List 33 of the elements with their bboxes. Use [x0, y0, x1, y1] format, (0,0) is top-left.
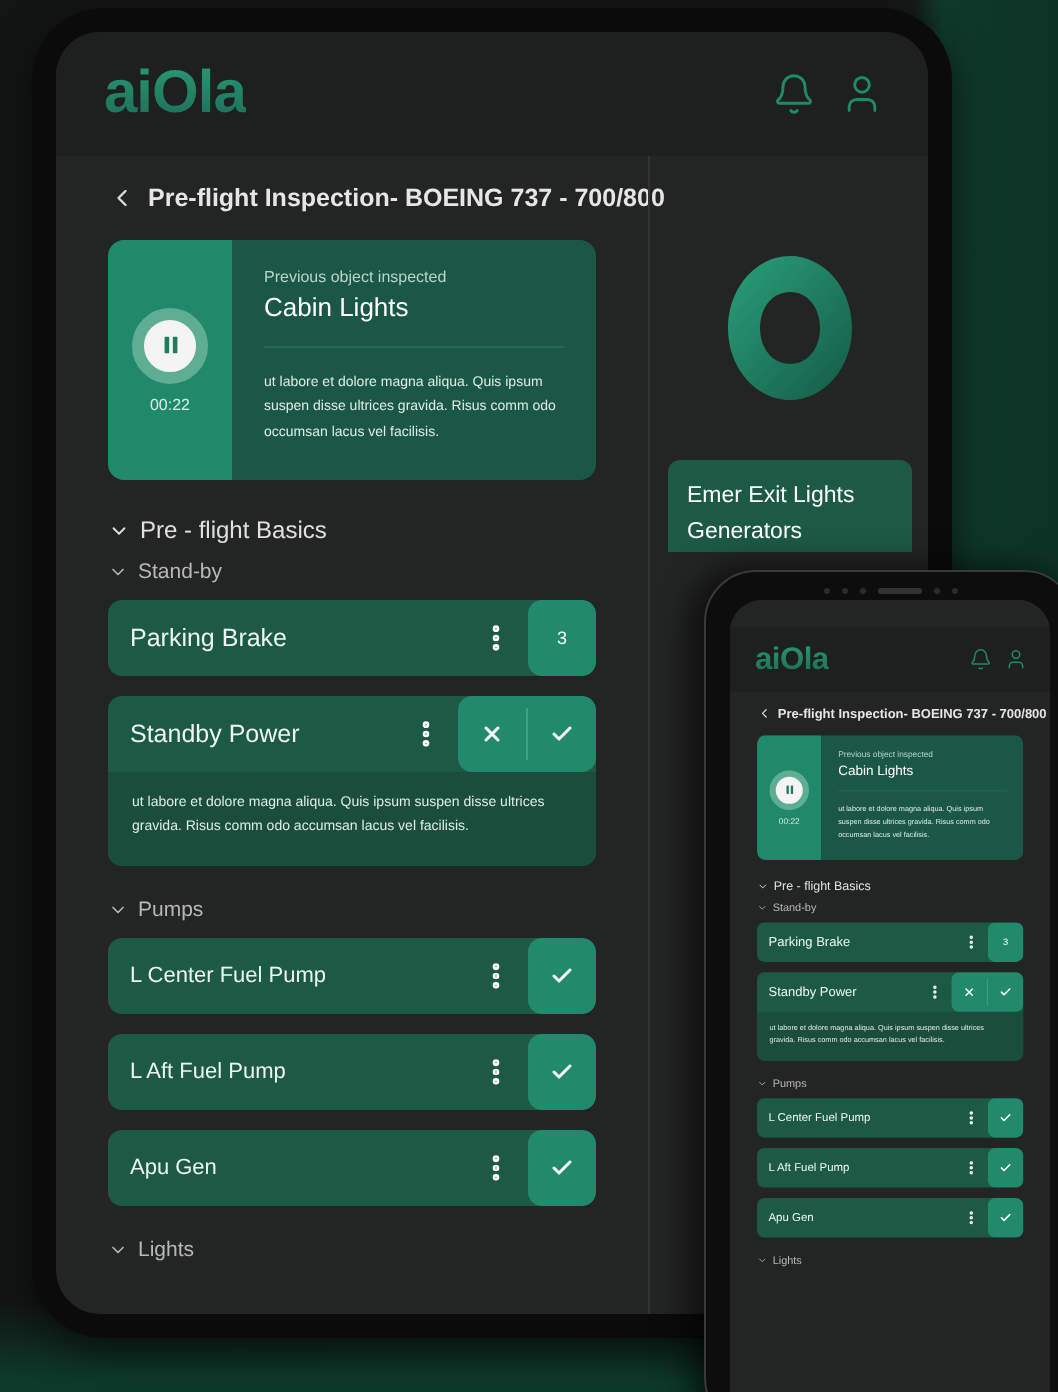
bell-icon[interactable] — [969, 647, 993, 671]
user-icon[interactable] — [1004, 647, 1028, 671]
item-label: L Center Fuel Pump — [130, 963, 329, 987]
group-title: Stand-by — [138, 560, 223, 584]
bell-icon[interactable] — [772, 72, 816, 116]
count-button[interactable]: 3 — [528, 600, 596, 676]
check-icon — [999, 1161, 1012, 1174]
check-icon — [999, 1111, 1012, 1124]
item-label: L Aft Fuel Pump — [130, 1059, 288, 1083]
check-icon — [550, 963, 574, 987]
check-icon — [550, 722, 574, 746]
elapsed-time: 00:22 — [149, 395, 191, 413]
item-label: Apu Gen — [130, 1155, 219, 1179]
close-icon — [480, 722, 504, 746]
check-icon — [999, 985, 1012, 999]
pause-button[interactable] — [769, 770, 810, 810]
check-icon — [550, 1059, 574, 1083]
item-label: Standby Power — [130, 720, 302, 748]
next-object-card[interactable]: Emer Exit Lights Generators — [667, 460, 911, 552]
group-title: Pumps — [138, 897, 204, 921]
pause-icon — [783, 784, 795, 796]
check-icon — [999, 1211, 1012, 1224]
previous-object-name: Cabin Lights — [264, 292, 564, 348]
item-label: Parking Brake — [130, 624, 290, 652]
pause-icon — [159, 334, 181, 356]
close-icon — [962, 985, 976, 999]
pause-button[interactable] — [132, 307, 208, 383]
check-icon — [550, 1155, 574, 1179]
page-title: Pre-flight Inspection- BOEING 737 - 700/800 — [148, 184, 665, 212]
next-object-title: Emer Exit Lights Generators — [687, 484, 855, 544]
previous-object-caption: Previous object inspected — [264, 268, 449, 286]
section-title: Pre - flight Basics — [140, 516, 327, 544]
group-title: Lights — [138, 1237, 195, 1261]
